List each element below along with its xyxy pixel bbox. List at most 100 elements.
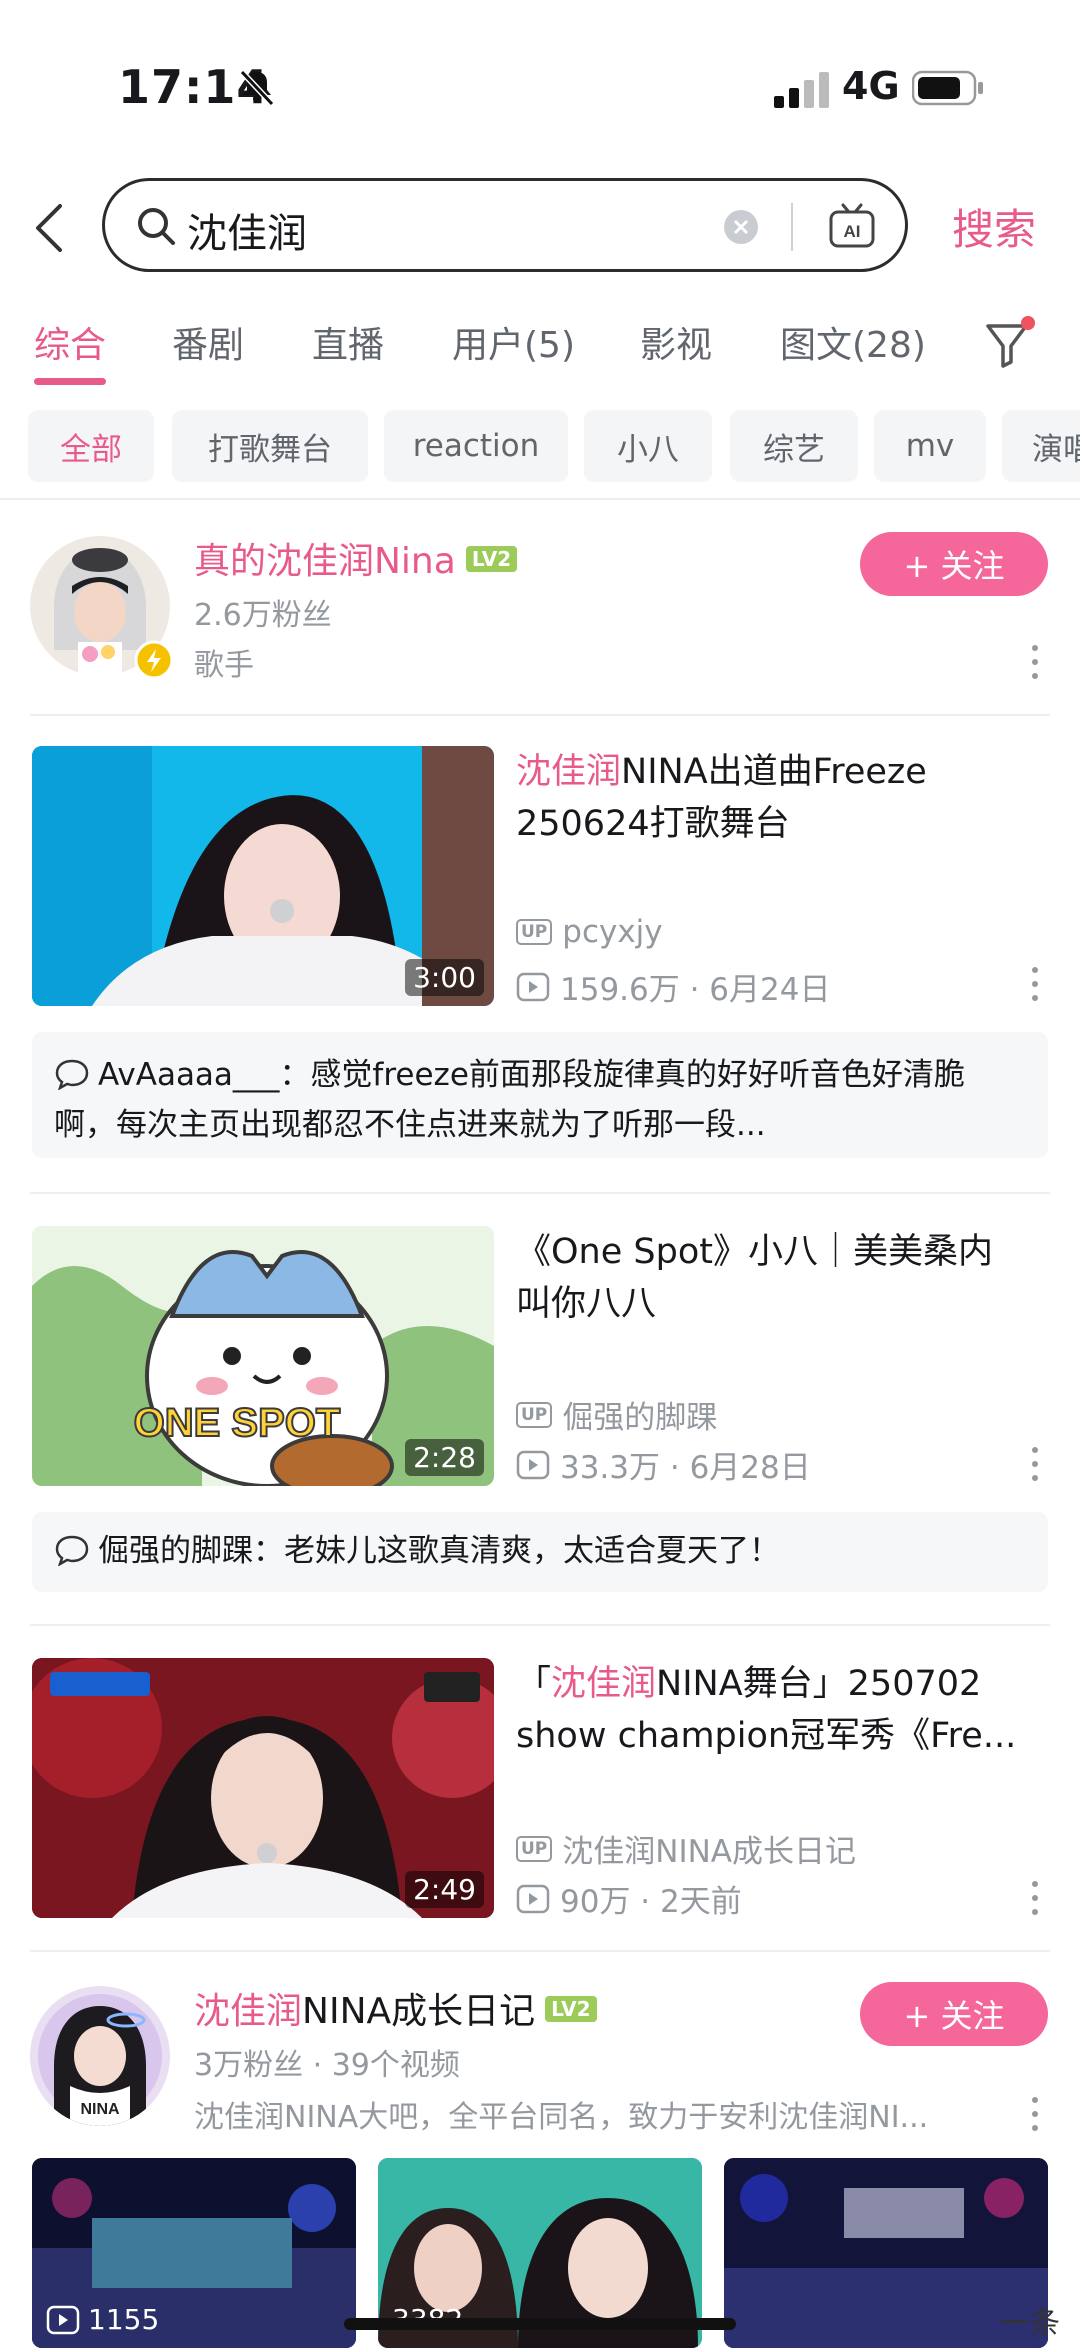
title-line2: 250624打歌舞台 [516, 804, 790, 844]
user-desc: 沈佳润NINA大吧，全平台同名，致力于安利沈佳润NI... [194, 2100, 929, 2135]
chip-stage[interactable]: 打歌舞台 [172, 410, 368, 482]
user-avatar[interactable]: NINA [30, 1986, 170, 2126]
uploader-name: 倔强的脚踝 [562, 1400, 718, 1436]
clear-icon[interactable] [723, 209, 759, 245]
top-comment[interactable]: 倔强的脚踝：老妹儿这歌真清爽，太适合夏天了！ [32, 1512, 1048, 1592]
video-thumbnail[interactable]: 2:49 [32, 1658, 494, 1918]
result-tabs: 综合 番剧 直播 用户(5) 影视 图文(28) [0, 308, 1080, 388]
video-stats: 90万 · 2天前 [516, 1876, 742, 1921]
tab-articles[interactable]: 图文(28) [780, 316, 926, 368]
search-button[interactable]: 搜索 [952, 196, 1036, 257]
follow-button[interactable]: + 关注 [860, 1982, 1048, 2046]
video-title[interactable]: 《One Spot》小八｜美美桑内 叫你八八 [516, 1226, 1046, 1330]
search-row: 沈佳润 AI 搜索 [0, 178, 1080, 278]
chip-mv[interactable]: mv [874, 410, 986, 482]
uploader-name: 沈佳润NINA成长日记 [562, 1834, 856, 1870]
tab-bangumi[interactable]: 番剧 [172, 316, 244, 368]
comment-icon [55, 1535, 89, 1566]
user-stats: 3万粉丝 · 39个视频 [194, 2048, 460, 2083]
user-video-thumb[interactable]: 1155 [32, 2158, 356, 2348]
title-text: NINA出道曲Freeze [621, 752, 927, 792]
more-icon[interactable] [1030, 644, 1040, 680]
video-thumbnail[interactable]: 3:00 [32, 746, 494, 1006]
more-icon[interactable] [1030, 1446, 1040, 1482]
more-icon[interactable] [1030, 966, 1040, 1002]
comment-user: 倔强的脚踝 [98, 1533, 253, 1569]
chip-variety[interactable]: 综艺 [730, 410, 858, 482]
chip-xiaoba[interactable]: 小八 [584, 410, 712, 482]
video-title[interactable]: 沈佳润NINA出道曲Freeze 250624打歌舞台 [516, 746, 1046, 850]
comment-text: ：感觉freeze前面那段旋律真的好好听音色好清脆 [279, 1057, 965, 1093]
video-stats-text: 90万 · 2天前 [560, 1884, 742, 1920]
video-uploader[interactable]: UP 沈佳润NINA成长日记 [516, 1826, 856, 1871]
play-count-icon [516, 1450, 550, 1479]
video-uploader[interactable]: UP pcyxjy [516, 914, 663, 950]
more-icon[interactable] [1030, 1880, 1040, 1916]
grid-play-count: 1155 [46, 2303, 159, 2336]
more-icon[interactable] [1030, 2096, 1040, 2132]
tab-film[interactable]: 影视 [640, 316, 712, 368]
divider [30, 714, 1050, 716]
user-name-text: 真的沈佳润Nina [194, 541, 456, 582]
chip-concert[interactable]: 演唱 [1002, 410, 1080, 482]
user-name-text: NINA成长日记 [302, 1991, 536, 2032]
user-name[interactable]: 真的沈佳润Nina LV2 [194, 532, 518, 584]
video-duration: 2:28 [405, 1439, 484, 1476]
level-badge: LV2 [465, 546, 518, 572]
chip-reaction[interactable]: reaction [384, 410, 568, 482]
title-line1: 《One Spot》小八｜美美桑内 [516, 1232, 993, 1272]
divider [30, 1192, 1050, 1194]
search-input[interactable]: 沈佳润 AI [102, 178, 908, 272]
divider [30, 1624, 1050, 1626]
video-title[interactable]: 「沈佳润NINA舞台」250702 show champion冠军秀《Fre..… [516, 1658, 1046, 1762]
tab-all[interactable]: 综合 [34, 316, 106, 368]
network-label: 4G [842, 64, 900, 108]
divider [30, 1950, 1050, 1952]
uploader-name: pcyxjy [562, 914, 663, 950]
user-name-highlight: 沈佳润 [194, 1991, 303, 2032]
video-thumbnail[interactable]: ONE SPOT 2:28 [32, 1226, 494, 1486]
title-line2: 叫你八八 [516, 1284, 657, 1324]
svg-text:NINA: NINA [80, 2101, 120, 2118]
floating-label: 一条鱼 [1000, 2306, 1060, 2341]
chip-all[interactable]: 全部 [28, 410, 154, 482]
home-indicator [344, 2318, 736, 2330]
tab-underline [34, 378, 106, 385]
tab-users[interactable]: 用户(5) [452, 316, 575, 368]
play-count-icon [516, 972, 550, 1001]
top-comment[interactable]: AvAaaaa___：感觉freeze前面那段旋律真的好好听音色好清脆 啊，每次… [32, 1032, 1048, 1158]
status-bar: 17:14 4G [0, 0, 1080, 170]
divider [0, 498, 1080, 500]
play-count-icon [46, 2305, 80, 2334]
back-icon[interactable] [30, 200, 70, 256]
bell-muted-icon [239, 69, 275, 107]
video-stats: 33.3万 · 6月28日 [516, 1442, 811, 1487]
search-icon [138, 208, 175, 245]
filter-icon[interactable] [984, 314, 1036, 370]
video-duration: 2:49 [405, 1871, 484, 1908]
signal-icon [774, 72, 829, 108]
search-query: 沈佳润 [187, 211, 307, 257]
ai-tv-icon[interactable]: AI [827, 201, 877, 251]
up-icon: UP [516, 1401, 553, 1428]
title-text: NINA舞台」250702 [656, 1664, 982, 1704]
battery-icon [912, 70, 983, 106]
title-prefix: 「 [516, 1664, 552, 1704]
play-count-icon [516, 1884, 550, 1913]
video-stats-text: 33.3万 · 6月28日 [560, 1450, 811, 1486]
user-name[interactable]: 沈佳润NINA成长日记 LV2 [194, 1982, 597, 2034]
comment-icon [55, 1059, 89, 1090]
up-icon: UP [516, 919, 553, 945]
video-stats: 159.6万 · 6月24日 [516, 964, 830, 1009]
video-duration: 3:00 [405, 959, 484, 996]
user-fans: 2.6万粉丝 [194, 598, 332, 633]
video-uploader[interactable]: UP 倔强的脚踝 [516, 1392, 717, 1437]
comment-text: ：老妹儿这歌真清爽，太适合夏天了！ [253, 1533, 780, 1569]
search-divider [791, 203, 793, 251]
comment-user: AvAaaaa___ [98, 1057, 280, 1093]
follow-button[interactable]: + 关注 [860, 532, 1048, 596]
video-stats-text: 159.6万 · 6月24日 [560, 972, 831, 1008]
title-highlight: 沈佳润 [516, 752, 622, 792]
filter-chips: 全部 打歌舞台 reaction 小八 综艺 mv 演唱 [0, 410, 1080, 484]
tab-live[interactable]: 直播 [312, 316, 384, 368]
